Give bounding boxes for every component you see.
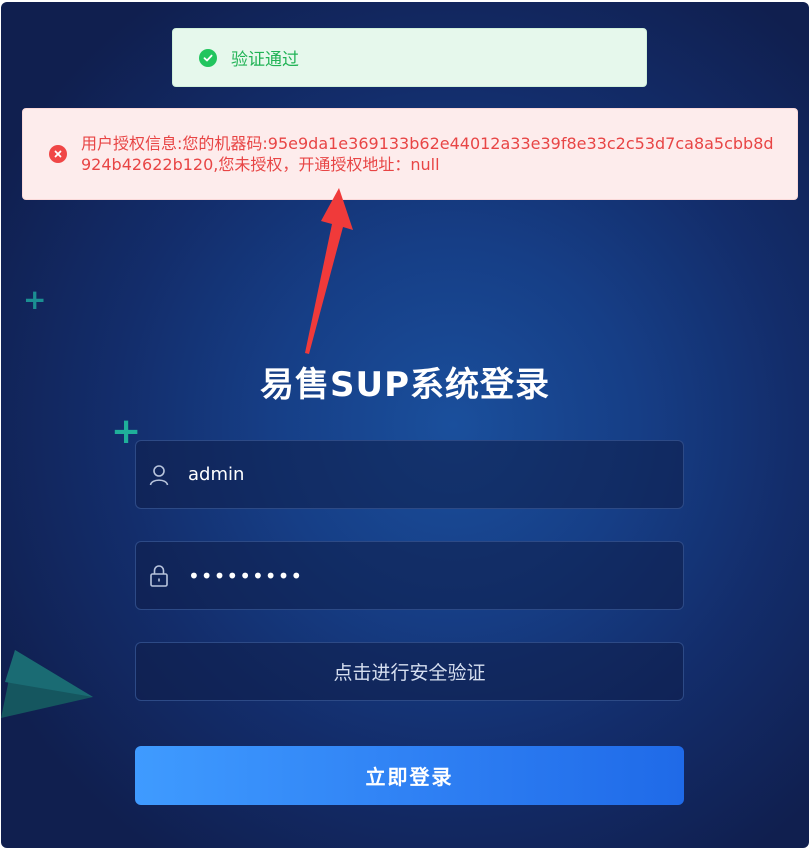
login-button[interactable]: 立即登录	[135, 746, 684, 805]
password-field	[135, 541, 684, 610]
check-circle-icon	[199, 48, 217, 67]
success-toast: 验证通过	[172, 28, 647, 87]
error-message: 用户授权信息:您的机器码:95e9da1e369133b62e44012a33e…	[81, 134, 774, 174]
login-page: + + 验证通过 用户授权信息:您的机器码:95e9da1e369133b62e…	[1, 2, 809, 848]
page-title: 易售SUP系统登录	[259, 365, 550, 405]
annotation-arrow-icon	[305, 188, 353, 354]
decorative-plus-icon: +	[23, 283, 47, 316]
user-icon	[148, 464, 170, 486]
success-message: 验证通过	[231, 50, 299, 70]
username-field	[135, 440, 684, 509]
lock-icon	[148, 564, 170, 587]
decorative-triangle-icon	[1, 650, 93, 718]
security-verify-button[interactable]: 点击进行安全验证	[135, 642, 684, 701]
error-toast: 用户授权信息:您的机器码:95e9da1e369133b62e44012a33e…	[22, 108, 798, 200]
password-input[interactable]	[186, 562, 670, 589]
error-circle-icon	[49, 145, 67, 163]
username-input[interactable]	[186, 463, 670, 486]
